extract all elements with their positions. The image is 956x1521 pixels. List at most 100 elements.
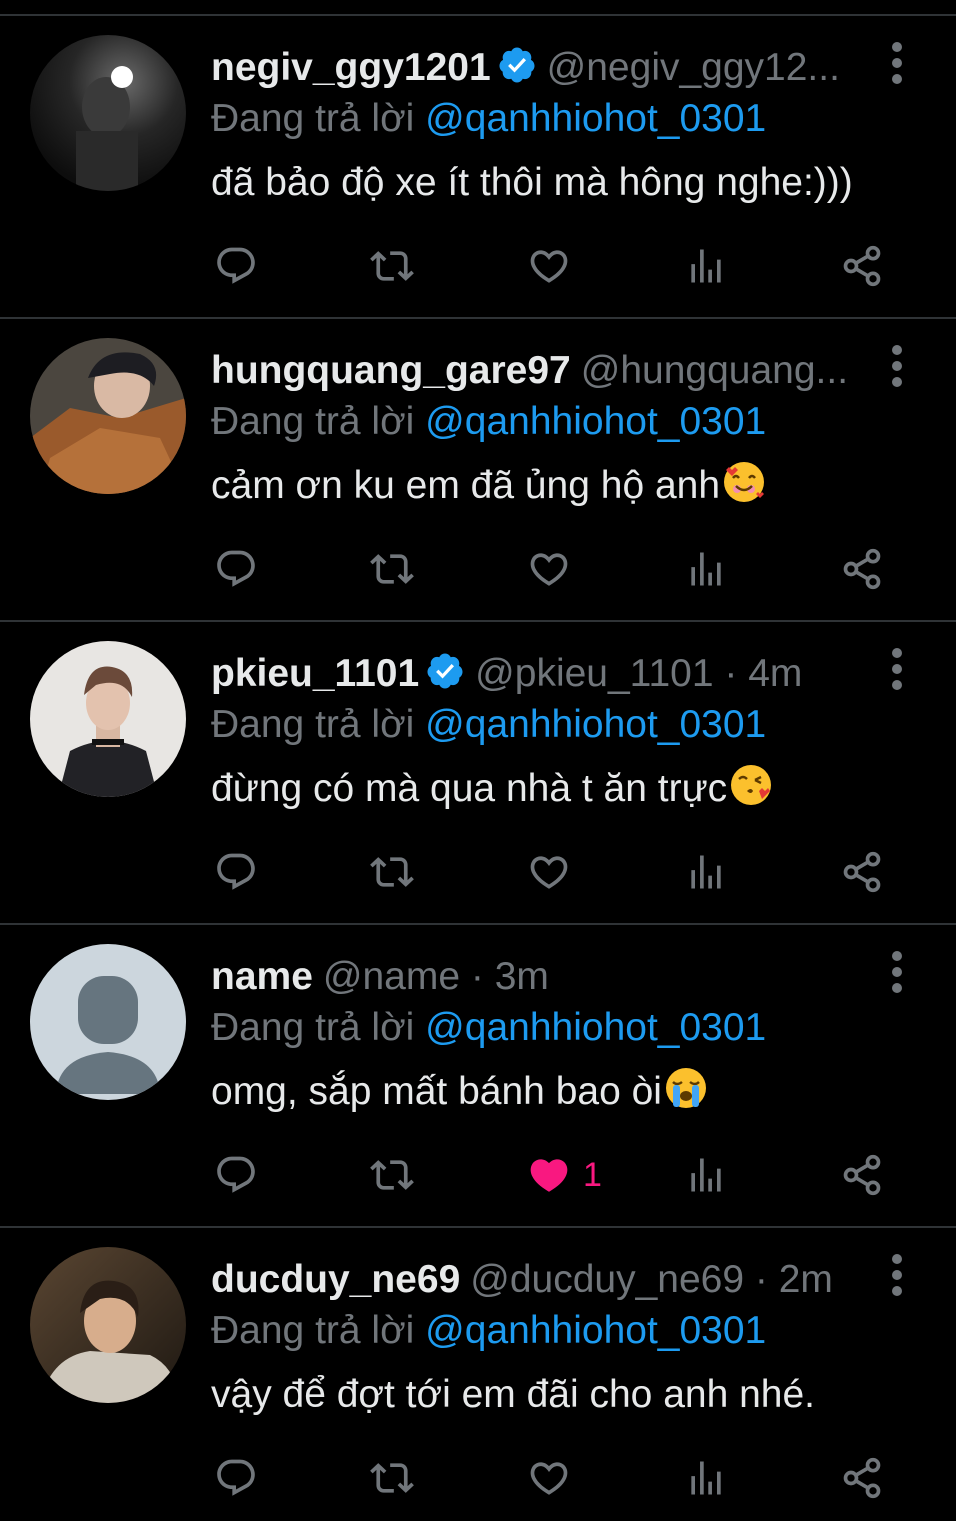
reply-prefix: Đang trả lời xyxy=(211,400,415,443)
avatar[interactable] xyxy=(30,641,186,797)
heart-icon xyxy=(530,250,568,283)
reply-tweet[interactable]: negiv_ggy1201 @negiv_ggy12... Đang trả lờ… xyxy=(0,16,956,319)
reply-prefix: Đang trả lời xyxy=(211,1006,415,1049)
views-button[interactable] xyxy=(676,539,736,599)
verified-badge-icon xyxy=(499,47,535,83)
views-icon xyxy=(691,552,721,586)
tweet-text-body: đừng có mà qua nhà t ăn trực xyxy=(211,767,728,810)
mention-link[interactable]: @qanhhiohot_0301 xyxy=(425,703,766,746)
more-options-icon[interactable] xyxy=(884,951,910,995)
avatar[interactable] xyxy=(30,338,186,494)
retweet-button[interactable] xyxy=(362,1448,422,1508)
views-button[interactable] xyxy=(676,1448,736,1508)
heart-icon xyxy=(530,1462,568,1495)
handle[interactable]: @pkieu_1101 · 4m xyxy=(475,652,802,695)
mention-link[interactable]: @qanhhiohot_0301 xyxy=(425,1006,766,1049)
share-icon xyxy=(843,1154,881,1196)
reply-icon xyxy=(217,247,255,284)
reply-prefix: Đang trả lời xyxy=(211,703,415,746)
retweet-button[interactable] xyxy=(362,1145,422,1205)
mention-link[interactable]: @qanhhiohot_0301 xyxy=(425,97,766,140)
display-name[interactable]: hungquang_gare97 xyxy=(211,349,571,392)
reply-tweet[interactable]: pkieu_1101 @pkieu_1101 · 4m Đang trả lời … xyxy=(0,622,956,925)
tweet-text: vậy để đợt tới em đãi cho anh nhé. xyxy=(211,1368,815,1422)
handle[interactable]: @hungquang... xyxy=(581,349,848,392)
views-icon xyxy=(691,249,721,283)
display-name[interactable]: negiv_ggy1201 xyxy=(211,46,491,89)
tweet-text-body: omg, sắp mất bánh bao òi xyxy=(211,1070,662,1113)
face-blowing-kiss-icon xyxy=(731,765,772,805)
like-button[interactable] xyxy=(519,236,579,296)
views-button[interactable] xyxy=(676,1145,736,1205)
more-options-icon[interactable] xyxy=(884,1254,910,1298)
avatar[interactable] xyxy=(30,35,186,191)
tweet-text: đã bảo độ xe ít thôi mà hông nghe:))) xyxy=(211,156,853,210)
like-button[interactable] xyxy=(519,1145,579,1205)
action-bar xyxy=(0,539,956,599)
mention-link[interactable]: @qanhhiohot_0301 xyxy=(425,1309,766,1352)
replying-to: Đang trả lời @qanhhiohot_0301 xyxy=(211,1001,766,1055)
heart-filled-icon xyxy=(530,1159,568,1192)
reply-button[interactable] xyxy=(206,1448,266,1508)
reply-tweet[interactable]: name @name · 3m Đang trả lời @qanhhiohot_… xyxy=(0,925,956,1228)
retweet-icon xyxy=(370,1463,414,1493)
share-button[interactable] xyxy=(832,842,892,902)
more-options-icon[interactable] xyxy=(884,42,910,86)
retweet-button[interactable] xyxy=(362,842,422,902)
share-button[interactable] xyxy=(832,1145,892,1205)
reply-button[interactable] xyxy=(206,842,266,902)
display-name[interactable]: name xyxy=(211,955,313,998)
more-options-icon[interactable] xyxy=(884,648,910,692)
share-icon xyxy=(843,851,881,893)
retweet-button[interactable] xyxy=(362,539,422,599)
tweet-text-body: đã bảo độ xe ít thôi mà hông nghe:))) xyxy=(211,161,853,204)
replying-to: Đang trả lời @qanhhiohot_0301 xyxy=(211,1304,766,1358)
tweet-text-body: cảm ơn ku em đã ủng hộ anh xyxy=(211,464,721,507)
retweet-button[interactable] xyxy=(362,236,422,296)
retweet-icon xyxy=(370,251,414,281)
mention-link[interactable]: @qanhhiohot_0301 xyxy=(425,400,766,443)
tweet-text: omg, sắp mất bánh bao òi xyxy=(211,1065,708,1119)
action-bar xyxy=(0,236,956,296)
replying-to: Đang trả lời @qanhhiohot_0301 xyxy=(211,395,766,449)
handle[interactable]: @negiv_ggy12... xyxy=(547,46,840,89)
more-options-icon[interactable] xyxy=(884,345,910,389)
reply-button[interactable] xyxy=(206,236,266,296)
like-count: 1 xyxy=(583,1156,602,1194)
reply-tweet[interactable]: hungquang_gare97 @hungquang... Đang trả l… xyxy=(0,319,956,622)
heart-icon xyxy=(530,856,568,889)
display-name[interactable]: ducduy_ne69 xyxy=(211,1258,460,1301)
share-button[interactable] xyxy=(832,1448,892,1508)
avatar[interactable] xyxy=(30,1247,186,1403)
reply-button[interactable] xyxy=(206,539,266,599)
avatar[interactable] xyxy=(30,944,186,1100)
action-bar xyxy=(0,1448,956,1508)
replying-to: Đang trả lời @qanhhiohot_0301 xyxy=(211,92,766,146)
heart-icon xyxy=(530,553,568,586)
share-button[interactable] xyxy=(832,539,892,599)
retweet-icon xyxy=(370,554,414,584)
reply-icon xyxy=(217,550,255,587)
display-name[interactable]: pkieu_1101 xyxy=(211,652,419,695)
handle[interactable]: @name · 3m xyxy=(323,955,549,998)
share-icon xyxy=(843,548,881,590)
views-button[interactable] xyxy=(676,236,736,296)
reply-icon xyxy=(217,1459,255,1496)
like-button[interactable] xyxy=(519,539,579,599)
like-button[interactable] xyxy=(519,1448,579,1508)
action-bar: 1 xyxy=(0,1145,956,1205)
share-button[interactable] xyxy=(832,236,892,296)
reply-button[interactable] xyxy=(206,1145,266,1205)
share-icon xyxy=(843,1457,881,1499)
retweet-icon xyxy=(370,1160,414,1190)
loudly-crying-face-icon xyxy=(665,1068,706,1108)
views-icon xyxy=(691,1158,721,1192)
like-button[interactable] xyxy=(519,842,579,902)
views-button[interactable] xyxy=(676,842,736,902)
handle[interactable]: @ducduy_ne69 · 2m xyxy=(470,1258,833,1301)
reply-tweet[interactable]: ducduy_ne69 @ducduy_ne69 · 2m Đang trả lờ… xyxy=(0,1228,956,1521)
tweet-text-body: vậy để đợt tới em đãi cho anh nhé. xyxy=(211,1373,816,1416)
reply-icon xyxy=(217,1156,255,1193)
tweet-text: cảm ơn ku em đã ủng hộ anh xyxy=(211,459,766,513)
tweet-text: đừng có mà qua nhà t ăn trực xyxy=(211,762,773,816)
